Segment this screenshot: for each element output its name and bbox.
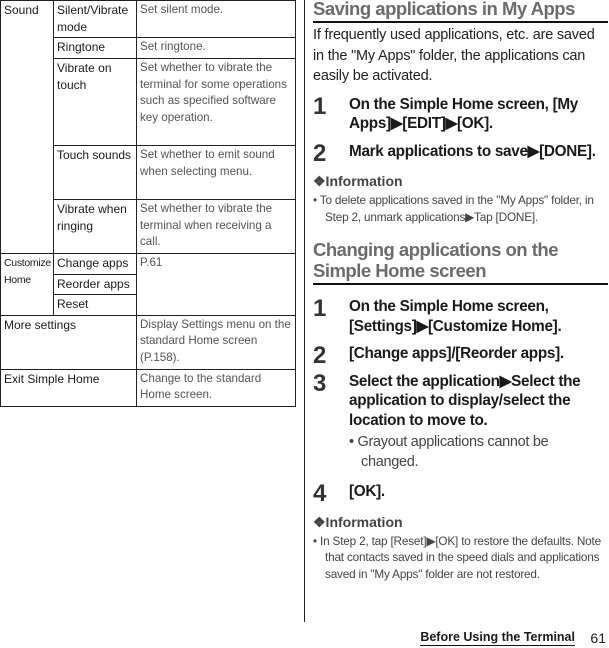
step-text: [Change apps]/[Reorder apps]. xyxy=(349,345,564,362)
setting-desc: Change to the standard Home screen. xyxy=(136,368,296,407)
step-number: 2 xyxy=(313,342,327,369)
information-text: In Step 2, tap [Reset]▶[OK] to restore t… xyxy=(320,533,601,581)
step-text: On the Simple Home screen, [Settings]▶[C… xyxy=(349,298,562,335)
setting-name: Change apps xyxy=(53,253,137,275)
information-item: • In Step 2, tap [Reset]▶[OK] to restore… xyxy=(313,533,601,581)
column-divider xyxy=(304,0,305,622)
step: 1 On the Simple Home screen, [My Apps]▶[… xyxy=(313,92,608,134)
step-number: 1 xyxy=(313,92,327,120)
setting-desc: P.61 xyxy=(136,253,296,316)
section-heading: Changing applications on the Simple Home… xyxy=(313,239,608,285)
settings-table: Sound Silent/Vibrate mode Set silent mod… xyxy=(0,0,296,407)
step: 2 Mark applications to save▶[DONE]. xyxy=(313,139,608,167)
step-text: On the Simple Home screen, [My Apps]▶[ED… xyxy=(349,95,579,133)
information-heading: ❖Information xyxy=(313,173,403,189)
information-item: • To delete applications saved in the "M… xyxy=(313,193,594,224)
setting-desc: Set whether to vibrate the terminal for … xyxy=(136,58,296,146)
right-column: Saving applications in My Apps If freque… xyxy=(313,0,608,582)
setting-desc: Set ringtone. xyxy=(136,37,296,59)
table-row: Sound Silent/Vibrate mode Set silent mod… xyxy=(0,0,296,254)
setting-name: More settings xyxy=(0,314,137,370)
setting-desc: Set whether to emit sound when selecting… xyxy=(136,145,296,200)
row-header-customize-home: Customize Home xyxy=(0,253,54,316)
setting-desc: Display Settings menu on the standard Ho… xyxy=(136,314,296,370)
intro-paragraph: If frequently used applications, etc. ar… xyxy=(313,27,595,84)
row-header-sound: Sound xyxy=(0,0,54,254)
step-note-text: Grayout applications cannot be changed. xyxy=(357,434,549,470)
setting-name: Reset xyxy=(53,294,137,316)
table-row: Exit Simple Home Change to the standard … xyxy=(0,368,296,407)
table-row: More settings Display Settings menu on t… xyxy=(0,314,296,370)
chapter-footer: Before Using the Terminal xyxy=(420,630,575,646)
step: 4 [OK]. xyxy=(313,480,608,507)
information-heading: ❖Information xyxy=(313,513,403,530)
step: 3 Select the application▶Select the appl… xyxy=(313,369,608,473)
setting-name: Vibrate on touch xyxy=(53,58,137,146)
step-number: 2 xyxy=(313,139,327,167)
setting-name: Touch sounds xyxy=(53,145,137,200)
step-text: Mark applications to save▶[DONE]. xyxy=(349,142,596,160)
step-note: • Grayout applications cannot be changed… xyxy=(349,434,549,470)
setting-name: Exit Simple Home xyxy=(0,368,137,407)
step-number: 1 xyxy=(313,295,327,322)
setting-name: Silent/Vibrate mode xyxy=(53,0,137,38)
step-number: 4 xyxy=(313,480,327,507)
information-text: To delete applications saved in the "My … xyxy=(319,193,594,224)
setting-name: Reorder apps xyxy=(53,273,137,295)
step-text: [OK]. xyxy=(349,483,385,500)
setting-desc: Set silent mode. xyxy=(136,0,296,38)
step: 2 [Change apps]/[Reorder apps]. xyxy=(313,342,608,369)
step-text: Select the application▶Select the applic… xyxy=(349,372,581,429)
step: 1 On the Simple Home screen, [Settings]▶… xyxy=(313,297,608,336)
setting-desc: Set whether to vibrate the terminal when… xyxy=(136,199,296,254)
setting-name: Vibrate when ringing xyxy=(53,199,137,254)
section-heading: Saving applications in My Apps xyxy=(313,0,608,23)
table-row: Customize Home Change apps P.61 xyxy=(0,253,296,316)
page-number: 61 xyxy=(590,630,606,646)
setting-name: Ringtone xyxy=(53,37,137,59)
step-number: 3 xyxy=(313,369,327,397)
